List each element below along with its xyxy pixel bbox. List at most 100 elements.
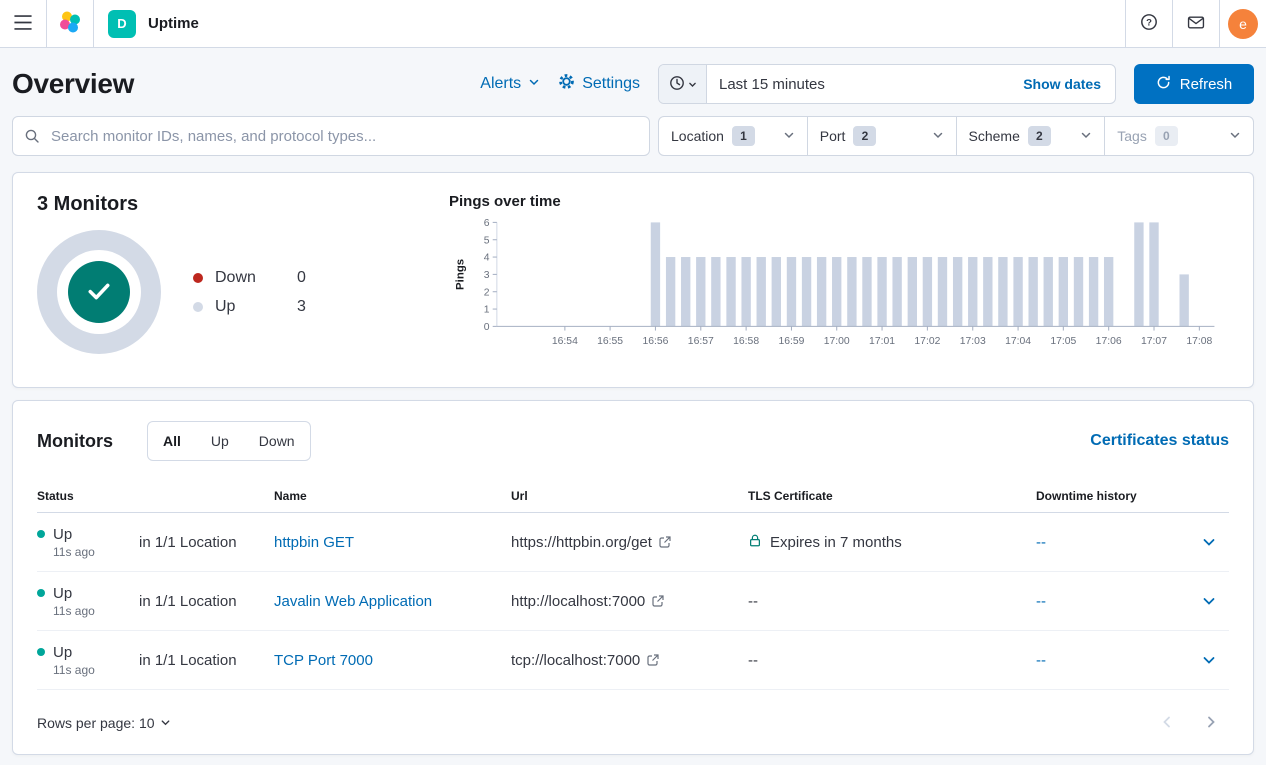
- svg-text:5: 5: [484, 235, 490, 246]
- settings-label: Settings: [582, 75, 640, 93]
- svg-text:17:04: 17:04: [1005, 336, 1031, 347]
- filter-label: Scheme: [969, 128, 1020, 144]
- filter-label: Tags: [1117, 128, 1147, 144]
- chevron-down-icon: [1080, 128, 1092, 144]
- time-range-value[interactable]: Last 15 minutes: [707, 65, 1009, 103]
- col-url: Url: [511, 489, 748, 503]
- tls-expiry: Expires in 7 months: [770, 534, 902, 551]
- breadcrumb: D Uptime: [94, 0, 213, 47]
- elastic-logo[interactable]: [47, 0, 93, 47]
- legend-down-label: Down: [215, 269, 289, 287]
- legend-up-label: Up: [215, 298, 289, 316]
- elastic-logo-icon: [58, 10, 82, 37]
- svg-text:17:06: 17:06: [1096, 336, 1122, 347]
- col-tls: TLS Certificate: [748, 489, 1036, 503]
- expand-row-button[interactable]: [1193, 526, 1225, 558]
- settings-button[interactable]: Settings: [558, 73, 640, 95]
- monitors-panel: Monitors All Up Down Certificates status…: [12, 400, 1254, 755]
- gear-icon: [558, 73, 575, 95]
- location-summary: in 1/1 Location: [139, 652, 274, 669]
- uptime-overview-page: Overview Alerts Settings: [0, 48, 1266, 765]
- monitor-row: Up 11s ago in 1/1 Location Javalin Web A…: [37, 572, 1229, 631]
- monitor-row: Up 11s ago in 1/1 Location httpbin GET h…: [37, 513, 1229, 572]
- tab-down[interactable]: Down: [244, 422, 310, 460]
- legend-down-value: 0: [297, 269, 306, 287]
- monitors-table: Status Name Url TLS Certificate Downtime…: [37, 479, 1229, 690]
- legend-up-row: Up 3: [193, 298, 306, 316]
- filter-label: Port: [820, 128, 846, 144]
- certificates-status-link[interactable]: Certificates status: [1090, 432, 1229, 450]
- page-header: Overview Alerts Settings: [12, 60, 1254, 108]
- location-filter[interactable]: Location 1: [659, 117, 807, 155]
- tab-up[interactable]: Up: [196, 422, 244, 460]
- svg-text:17:08: 17:08: [1186, 336, 1212, 347]
- monitors-header: Monitors All Up Down Certificates status: [37, 421, 1229, 461]
- menu-button[interactable]: [0, 0, 46, 47]
- tags-filter[interactable]: Tags 0: [1104, 117, 1253, 155]
- space-badge[interactable]: D: [108, 10, 136, 38]
- refresh-icon: [1156, 75, 1171, 94]
- date-picker: Last 15 minutes Show dates: [658, 64, 1116, 104]
- user-menu-button[interactable]: e: [1220, 0, 1266, 47]
- help-button[interactable]: ?: [1126, 0, 1172, 47]
- table-header: Status Name Url TLS Certificate Downtime…: [37, 479, 1229, 513]
- svg-text:17:00: 17:00: [824, 336, 850, 347]
- check-icon: [84, 276, 114, 309]
- filter-label: Location: [671, 128, 724, 144]
- up-dot-icon: [193, 302, 203, 312]
- svg-text:?: ?: [1146, 17, 1152, 28]
- refresh-label: Refresh: [1180, 76, 1233, 93]
- external-link-icon[interactable]: [659, 536, 671, 548]
- refresh-button[interactable]: Refresh: [1134, 64, 1254, 104]
- col-downtime: Downtime history: [1036, 489, 1193, 503]
- tls-expiry: --: [748, 593, 758, 610]
- downtime-history: --: [1036, 652, 1193, 669]
- svg-text:6: 6: [484, 218, 490, 229]
- alerts-label: Alerts: [480, 75, 521, 93]
- monitor-name-link[interactable]: httpbin GET: [274, 534, 354, 551]
- port-filter[interactable]: Port 2: [807, 117, 956, 155]
- snapshot-summary: 3 Monitors Down 0: [37, 193, 419, 367]
- all-up-badge: [68, 261, 130, 323]
- svg-text:16:56: 16:56: [642, 336, 668, 347]
- status-donut-chart: [37, 230, 161, 354]
- monitor-name-link[interactable]: Javalin Web Application: [274, 593, 432, 610]
- pings-chart-section: Pings over time 012345616:5416:5516:5616…: [419, 193, 1229, 367]
- external-link-icon[interactable]: [652, 595, 664, 607]
- filter-bar: Location 1 Port 2 Scheme 2 Tags 0: [12, 116, 1254, 156]
- snapshot-panel: 3 Monitors Down 0: [12, 172, 1254, 388]
- up-status-dot: [37, 530, 45, 538]
- svg-text:Pings: Pings: [455, 259, 467, 290]
- svg-text:3: 3: [484, 270, 490, 281]
- pagination: [1159, 714, 1229, 733]
- status-label: Up: [53, 585, 72, 602]
- col-status: Status: [37, 489, 139, 503]
- status-label: Up: [53, 644, 72, 661]
- monitors-title: Monitors: [37, 431, 113, 452]
- filter-count-badge: 0: [1155, 126, 1178, 146]
- monitor-url: http://localhost:7000: [511, 593, 645, 610]
- external-link-icon[interactable]: [647, 654, 659, 666]
- previous-page-button[interactable]: [1159, 714, 1175, 733]
- filter-group: Location 1 Port 2 Scheme 2 Tags 0: [658, 116, 1254, 156]
- monitor-name-link[interactable]: TCP Port 7000: [274, 652, 373, 669]
- tab-all[interactable]: All: [148, 422, 196, 460]
- table-footer: Rows per page: 10: [37, 706, 1229, 740]
- newsfeed-button[interactable]: [1173, 0, 1219, 47]
- monitor-url: tcp://localhost:7000: [511, 652, 640, 669]
- alerts-dropdown[interactable]: Alerts: [480, 75, 540, 93]
- rows-per-page-button[interactable]: Rows per page: 10: [37, 715, 171, 731]
- time-quick-select-button[interactable]: [659, 65, 707, 103]
- clock-icon: [669, 75, 685, 94]
- expand-row-button[interactable]: [1193, 644, 1225, 676]
- show-dates-button[interactable]: Show dates: [1009, 76, 1115, 92]
- expand-row-button[interactable]: [1193, 585, 1225, 617]
- monitor-row: Up 11s ago in 1/1 Location TCP Port 7000…: [37, 631, 1229, 690]
- svg-text:1: 1: [484, 305, 490, 316]
- search-box: [12, 116, 650, 156]
- search-input[interactable]: [12, 116, 650, 156]
- next-page-button[interactable]: [1203, 714, 1219, 733]
- scheme-filter[interactable]: Scheme 2: [956, 117, 1105, 155]
- legend-up-value: 3: [297, 298, 306, 316]
- rows-per-page-label: Rows per page: 10: [37, 715, 155, 731]
